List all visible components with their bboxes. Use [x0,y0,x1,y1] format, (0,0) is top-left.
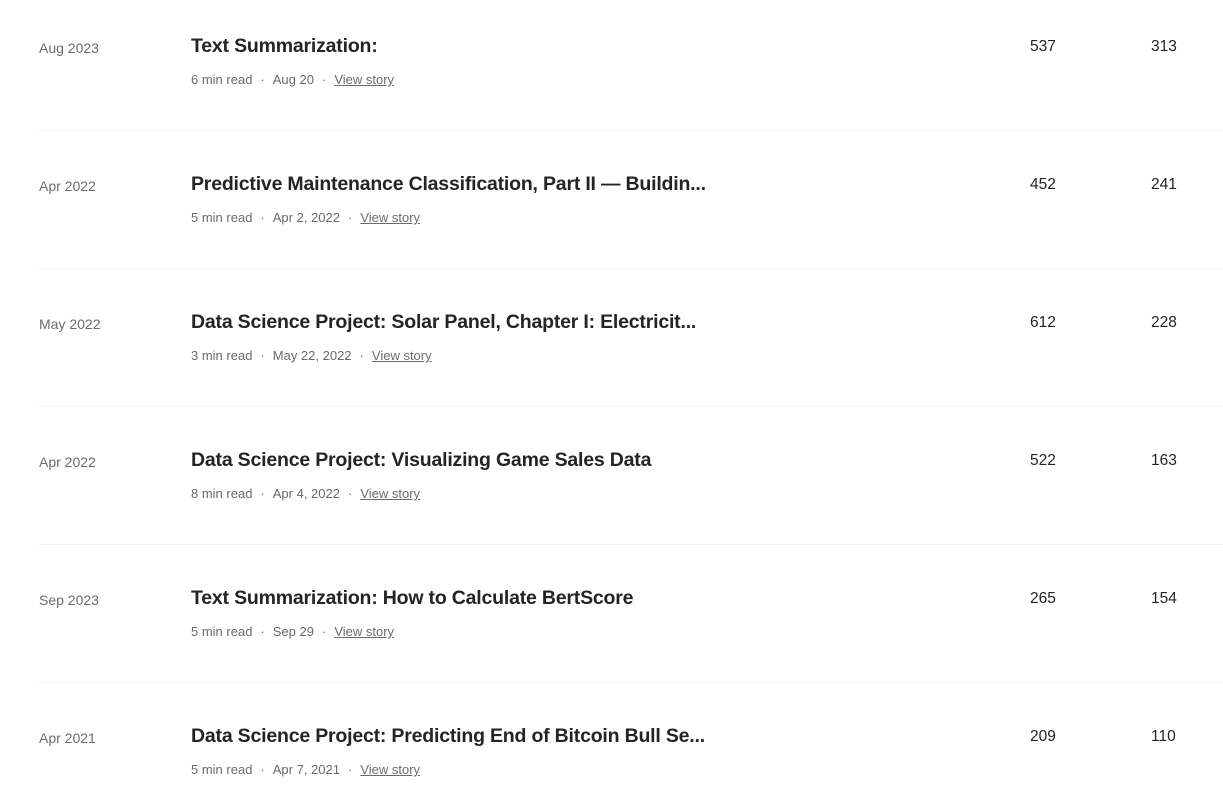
row-divider [39,268,1223,269]
views-count: 265 [1030,590,1056,607]
meta-separator: · [260,72,265,87]
story-meta: 6 min read · Aug 20 · View story [191,72,394,87]
story-row: Apr 2022 Predictive Maintenance Classifi… [0,138,1223,276]
published-date: May 22, 2022 [272,348,352,363]
row-divider [39,682,1223,683]
reads-count: 110 [1151,728,1176,745]
read-time: 5 min read [191,762,253,777]
story-stats-list: Aug 2023 Text Summarization: 6 min read … [0,0,1223,793]
read-time: 5 min read [191,624,253,639]
story-title[interactable]: Predictive Maintenance Classification, P… [191,172,711,196]
published-date: Aug 20 [272,72,314,87]
view-story-link[interactable]: View story [360,210,420,225]
story-date: Aug 2023 [39,40,99,56]
story-title[interactable]: Data Science Project: Visualizing Game S… [191,448,711,472]
story-row: Apr 2022 Data Science Project: Visualizi… [0,414,1223,552]
reads-count: 313 [1151,38,1177,55]
meta-separator: · [321,72,327,87]
meta-separator: · [347,762,353,777]
story-meta: 5 min read · Sep 29 · View story [191,624,394,639]
reads-count: 163 [1151,452,1177,469]
meta-separator: · [260,210,265,225]
story-date: May 2022 [39,316,101,332]
story-row: May 2022 Data Science Project: Solar Pan… [0,276,1223,414]
story-title[interactable]: Text Summarization: [191,34,711,58]
published-date: Sep 29 [272,624,314,639]
story-row: Sep 2023 Text Summarization: How to Calc… [0,552,1223,690]
story-meta: 5 min read · Apr 2, 2022 · View story [191,210,420,225]
views-count: 522 [1030,452,1056,469]
story-date: Apr 2022 [39,454,96,470]
story-meta: 3 min read · May 22, 2022 · View story [191,348,432,363]
story-title[interactable]: Text Summarization: How to Calculate Ber… [191,586,711,610]
reads-count: 154 [1151,590,1177,607]
published-date: Apr 4, 2022 [272,486,340,501]
story-meta: 5 min read · Apr 7, 2021 · View story [191,762,420,777]
meta-separator: · [347,486,353,501]
meta-separator: · [260,486,265,501]
meta-separator: · [260,624,265,639]
view-story-link[interactable]: View story [334,72,394,87]
meta-separator: · [347,210,353,225]
story-title[interactable]: Data Science Project: Predicting End of … [191,724,711,748]
views-count: 209 [1030,728,1056,745]
views-count: 537 [1030,38,1056,55]
published-date: Apr 7, 2021 [272,762,340,777]
story-date: Sep 2023 [39,592,99,608]
views-count: 452 [1030,176,1056,193]
row-divider [39,130,1223,131]
reads-count: 241 [1151,176,1177,193]
meta-separator: · [260,762,265,777]
read-time: 3 min read [191,348,253,363]
view-story-link[interactable]: View story [334,624,394,639]
reads-count: 228 [1151,314,1177,331]
read-time: 5 min read [191,210,253,225]
view-story-link[interactable]: View story [360,486,420,501]
published-date: Apr 2, 2022 [272,210,340,225]
row-divider [39,544,1223,545]
meta-separator: · [321,624,327,639]
views-count: 612 [1030,314,1056,331]
read-time: 6 min read [191,72,253,87]
read-time: 8 min read [191,486,253,501]
story-date: Apr 2021 [39,730,96,746]
story-row: Apr 2021 Data Science Project: Predictin… [0,690,1223,793]
view-story-link[interactable]: View story [372,348,432,363]
story-row: Aug 2023 Text Summarization: 6 min read … [0,0,1223,138]
story-date: Apr 2022 [39,178,96,194]
meta-separator: · [359,348,364,363]
meta-separator: · [260,348,265,363]
story-meta: 8 min read · Apr 4, 2022 · View story [191,486,420,501]
row-divider [39,406,1223,407]
story-title[interactable]: Data Science Project: Solar Panel, Chapt… [191,310,711,334]
view-story-link[interactable]: View story [360,762,420,777]
